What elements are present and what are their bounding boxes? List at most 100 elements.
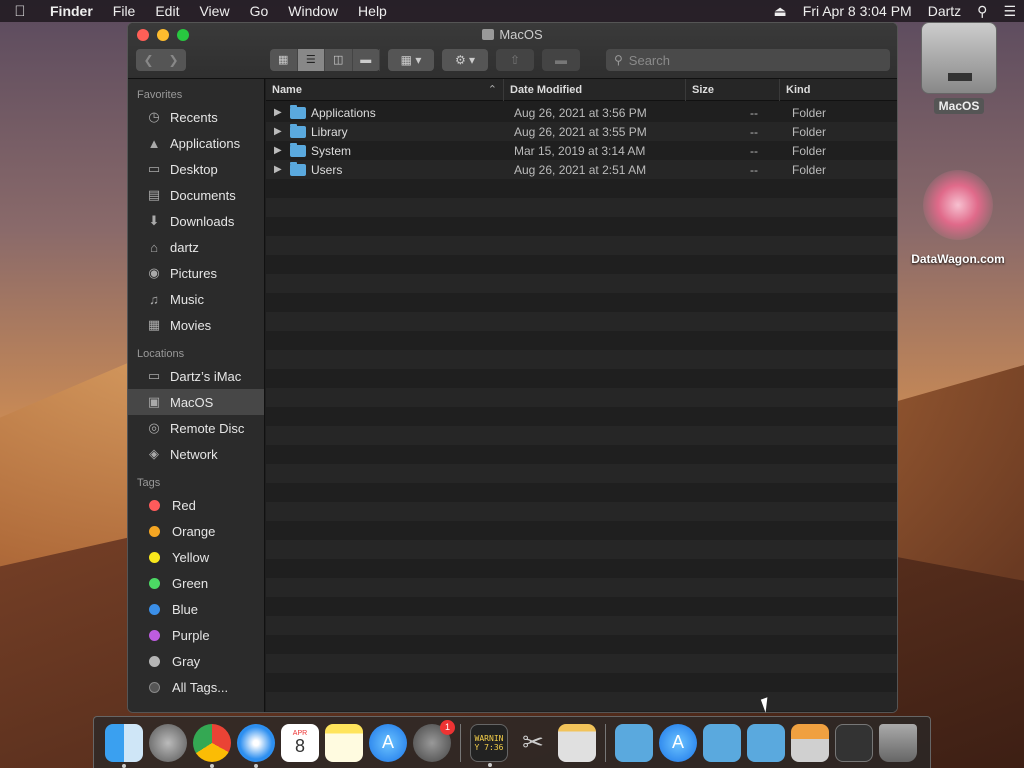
sidebar-tag-red[interactable]: Red bbox=[128, 492, 264, 518]
finder-dock-icon[interactable] bbox=[105, 723, 143, 768]
notification-center-icon[interactable]: ☰ bbox=[995, 3, 1024, 20]
search-input[interactable] bbox=[628, 52, 869, 68]
sidebar-tag-yellow[interactable]: Yellow bbox=[128, 544, 264, 570]
tag-button[interactable]: ▬ bbox=[542, 49, 580, 71]
folder-icon bbox=[290, 104, 306, 119]
running-indicator bbox=[254, 763, 258, 768]
sidebar-item-label: Documents bbox=[170, 187, 236, 203]
menu-app-name[interactable]: Finder bbox=[40, 3, 103, 19]
sidebar-item-remote-disc[interactable]: ◎ Remote Disc bbox=[128, 415, 264, 441]
notification-badge: 1 bbox=[440, 719, 455, 735]
hard-drive-icon bbox=[921, 22, 997, 94]
forward-button[interactable]: ❯ bbox=[161, 53, 186, 67]
menu-go[interactable]: Go bbox=[240, 3, 279, 19]
sidebar-item-applications[interactable]: ▲ Applications bbox=[128, 130, 264, 156]
eject-icon[interactable]: ⏏ bbox=[766, 3, 795, 20]
music-icon: ♫ bbox=[149, 291, 159, 307]
group-button[interactable]: ▦ ▾ bbox=[388, 49, 434, 71]
sidebar-header-tags: Tags bbox=[137, 477, 161, 489]
column-header-kind[interactable]: Kind bbox=[780, 79, 897, 101]
table-row[interactable]: ▶ Applications Aug 26, 2021 at 3:56 PM --… bbox=[266, 103, 897, 122]
sidebar-item-recents[interactable]: ◷ Recents bbox=[128, 104, 264, 130]
sidebar-item-macos[interactable]: ▣ MacOS bbox=[128, 389, 264, 415]
sidebar-item-downloads[interactable]: ⬇ Downloads bbox=[128, 208, 264, 234]
applications-folder-dock-icon[interactable]: A bbox=[659, 723, 697, 762]
desktop-watermark: DataWagon.com bbox=[900, 170, 1016, 266]
sidebar-tag-purple[interactable]: Purple bbox=[128, 622, 264, 648]
sidebar-item-network[interactable]: ◈ Network bbox=[128, 441, 264, 467]
sidebar-item-imac[interactable]: ▭ Dartz’s iMac bbox=[128, 363, 264, 389]
documents-folder-dock-icon[interactable] bbox=[703, 723, 741, 762]
sidebar-tag-green[interactable]: Green bbox=[128, 570, 264, 596]
sidebar-item-documents[interactable]: ▤ Documents bbox=[128, 182, 264, 208]
stack-dock-icon[interactable] bbox=[835, 723, 873, 762]
list-view-button[interactable]: ☰ bbox=[297, 49, 325, 71]
disclosure-triangle-icon[interactable]: ▶ bbox=[274, 145, 290, 156]
back-button[interactable]: ❮ bbox=[136, 53, 161, 67]
sidebar-item-label: Desktop bbox=[170, 161, 218, 177]
column-view-button[interactable]: ◫ bbox=[325, 49, 353, 71]
calendar-dock-icon[interactable]: APR 8 bbox=[281, 723, 319, 762]
column-header-date[interactable]: Date Modified bbox=[504, 78, 686, 101]
sidebar-item-desktop[interactable]: ▭ Desktop bbox=[128, 156, 264, 182]
sidebar-item-label: Remote Disc bbox=[170, 420, 245, 436]
desktop-drive[interactable]: MacOS bbox=[914, 22, 1004, 114]
launchpad-dock-icon[interactable] bbox=[149, 723, 187, 762]
disclosure-triangle-icon[interactable]: ▶ bbox=[274, 126, 290, 137]
folder-dock-icon[interactable] bbox=[747, 723, 785, 762]
tag-dot-icon bbox=[149, 681, 160, 693]
table-row[interactable]: ▶ Library Aug 26, 2021 at 3:55 PM -- Fold… bbox=[266, 122, 897, 141]
menu-file[interactable]: File bbox=[103, 3, 146, 19]
sidebar: Favorites ◷ Recents ▲ Applications ▭ Deskto… bbox=[128, 79, 265, 712]
row-name: Users bbox=[311, 162, 343, 177]
sidebar-item-dartz[interactable]: ⌂ dartz bbox=[128, 234, 264, 260]
row-date: Aug 26, 2021 at 3:56 PM bbox=[514, 105, 647, 120]
menu-help[interactable]: Help bbox=[348, 3, 397, 19]
safari-dock-icon[interactable] bbox=[237, 723, 275, 768]
sidebar-tag-blue[interactable]: Blue bbox=[128, 596, 264, 622]
sidebar-header-locations: Locations bbox=[137, 348, 185, 360]
table-row[interactable]: ▶ System Mar 15, 2019 at 3:14 AM -- Folde… bbox=[266, 141, 897, 160]
sidebar-tag-gray[interactable]: Gray bbox=[128, 648, 264, 674]
gallery-view-button[interactable]: ▬ bbox=[353, 49, 380, 71]
menu-view[interactable]: View bbox=[189, 3, 239, 19]
search-field[interactable]: ⚲ bbox=[606, 49, 890, 71]
disclosure-triangle-icon[interactable]: ▶ bbox=[274, 107, 290, 118]
column-header-name[interactable]: Name ⌃ bbox=[266, 78, 504, 101]
menu-edit[interactable]: Edit bbox=[145, 3, 189, 19]
trash-icon[interactable] bbox=[879, 723, 917, 762]
sidebar-item-label: dartz bbox=[170, 239, 199, 255]
apple-menu-icon[interactable]:  bbox=[0, 3, 40, 20]
console-dock-icon[interactable]: WARNIN Y 7:36 bbox=[470, 723, 508, 767]
sidebar-item-movies[interactable]: ▦ Movies bbox=[128, 312, 264, 338]
notes-dock-icon[interactable] bbox=[325, 723, 363, 762]
icon-view-button[interactable]: ▦ bbox=[270, 49, 298, 71]
downloads-folder-dock-icon[interactable] bbox=[615, 723, 653, 762]
row-size: -- bbox=[750, 124, 758, 139]
nav-buttons: ❮ ❯ bbox=[136, 49, 186, 71]
menu-window[interactable]: Window bbox=[278, 3, 348, 19]
console-text: WARNIN Y 7:36 bbox=[474, 733, 504, 752]
dock: APR 8 A 1 WARNIN Y 7:36 ✂ A bbox=[93, 716, 931, 768]
table-row[interactable]: ▶ Users Aug 26, 2021 at 2:51 AM -- Folder bbox=[266, 160, 897, 179]
sidebar-tag-all[interactable]: All Tags... bbox=[128, 674, 264, 700]
system-preferences-dock-icon[interactable]: 1 bbox=[413, 719, 455, 762]
archive-utility-dock-icon[interactable] bbox=[558, 723, 596, 762]
share-icon: ⇧ bbox=[509, 53, 521, 67]
sidebar-item-pictures[interactable]: ◉ Pictures bbox=[128, 260, 264, 286]
screenshot-dock-icon[interactable]: ✂ bbox=[514, 724, 552, 762]
column-header-size[interactable]: Size bbox=[686, 78, 780, 101]
menubar-clock[interactable]: Fri Apr 8 3:04 PM bbox=[795, 3, 920, 19]
menubar-user[interactable]: Dartz bbox=[920, 3, 969, 19]
share-button[interactable]: ⇧ bbox=[496, 49, 534, 71]
action-button[interactable]: ⚙ ▾ bbox=[442, 49, 488, 71]
sidebar-item-music[interactable]: ♫ Music bbox=[128, 286, 264, 312]
home-folder-dock-icon[interactable] bbox=[791, 723, 829, 762]
sidebar-tag-orange[interactable]: Orange bbox=[128, 518, 264, 544]
row-name: Library bbox=[311, 124, 348, 139]
chrome-dock-icon[interactable] bbox=[193, 723, 231, 768]
disclosure-triangle-icon[interactable]: ▶ bbox=[274, 164, 290, 175]
sort-chevron-icon: ⌃ bbox=[487, 83, 497, 96]
spotlight-icon[interactable]: ⚲ bbox=[969, 3, 995, 20]
app-store-dock-icon[interactable]: A bbox=[369, 723, 407, 762]
